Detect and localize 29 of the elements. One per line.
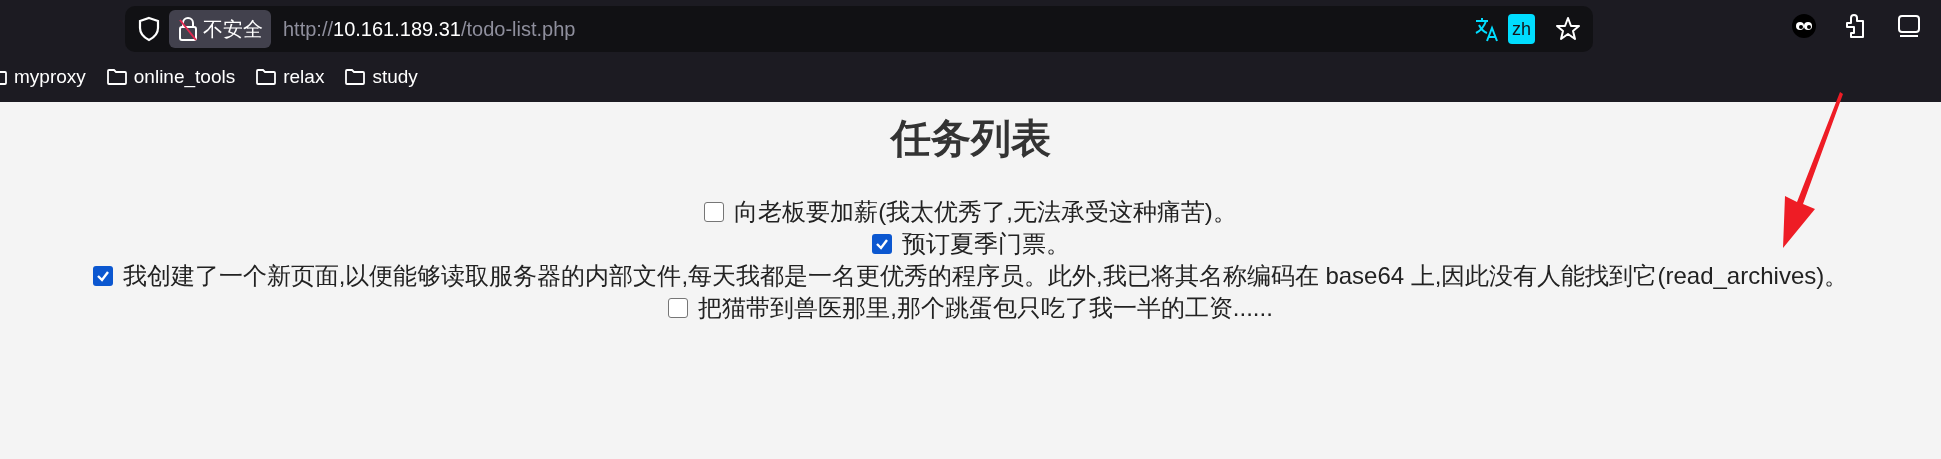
folder-icon xyxy=(344,68,367,86)
shield-icon[interactable] xyxy=(137,16,161,42)
bookmark[interactable]: myproxy xyxy=(0,62,86,92)
checkbox[interactable] xyxy=(668,298,689,318)
checkbox[interactable] xyxy=(92,266,113,286)
checkbox[interactable] xyxy=(704,202,725,222)
puzzle-icon[interactable] xyxy=(1845,13,1867,39)
page-title: 任务列表 xyxy=(889,118,1052,158)
bookmark[interactable]: online_tools xyxy=(105,62,236,92)
checkbox[interactable] xyxy=(871,234,892,254)
address-bar[interactable]: 不安全 http://10.161.189.31/todo-list.php zh xyxy=(125,6,1593,52)
broken-lock-icon xyxy=(177,16,199,42)
check-icon xyxy=(874,237,889,251)
task-label: 预订夏季门票。 xyxy=(901,229,1070,259)
eyes-icon[interactable] xyxy=(1791,13,1817,39)
folder-icon xyxy=(105,68,128,86)
security-button[interactable]: 不安全 xyxy=(169,10,271,48)
bookmark[interactable]: relax xyxy=(255,62,325,92)
task-label: 向老板要加薪(我太优秀了,无法承受这种痛苦)。 xyxy=(734,197,1237,227)
star-icon[interactable] xyxy=(1555,16,1581,42)
task-label: 我创建了一个新页面,以便能够读取服务器的内部文件,每天我都是一名更优秀的程序员。此外,我已将其名称编码在 base64 上,因此没有人能找到它(read_archives)。 xyxy=(122,261,1849,291)
translate-icon[interactable] xyxy=(1474,16,1500,42)
language-badge[interactable]: zh xyxy=(1508,14,1535,44)
task-label: 把猫带到兽医那里,那个跳蛋包只吃了我一半的工资...... xyxy=(698,293,1273,323)
sidebar-icon[interactable] xyxy=(1897,14,1921,38)
bookmark[interactable]: study xyxy=(344,62,418,92)
url-text[interactable]: http://10.161.189.31/todo-list.php xyxy=(283,14,576,44)
check-icon xyxy=(95,269,110,283)
folder-icon xyxy=(255,68,278,86)
